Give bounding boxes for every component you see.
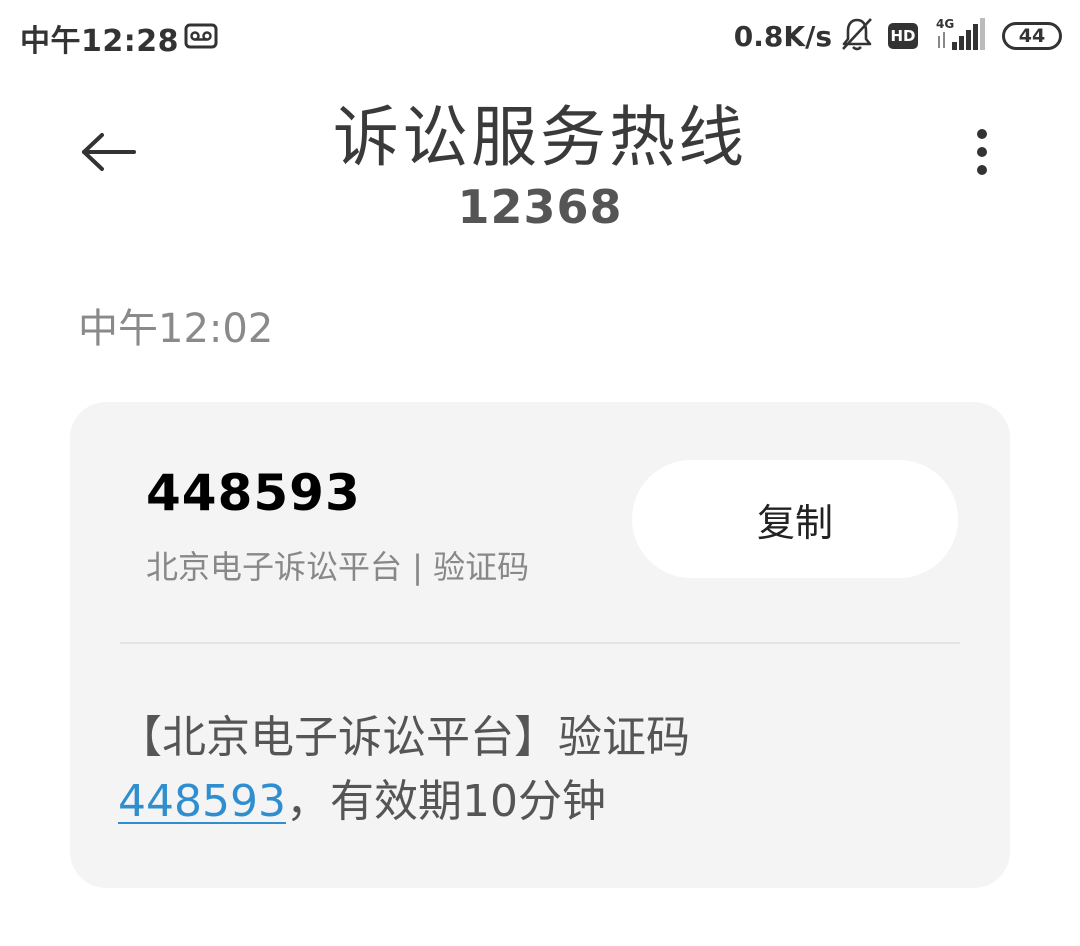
message-timestamp: 中午12:02 — [78, 306, 274, 352]
network-type-label: 4G — [936, 17, 954, 31]
hd-icon: HD — [888, 23, 918, 49]
network-speed: 0.8K/s — [733, 19, 832, 53]
verification-code: 448593 — [146, 464, 361, 522]
more-vertical-icon — [977, 129, 987, 175]
card-divider — [120, 642, 960, 644]
battery-icon: 44 — [1002, 22, 1062, 50]
status-time: 中午12:28 — [20, 24, 179, 59]
contact-title: 诉讼服务热线 — [333, 99, 747, 176]
message-card: 448593 北京电子诉讼平台 | 验证码 复制 【北京电子诉讼平台】验证码 44… — [70, 402, 1010, 888]
more-options-button[interactable] — [960, 124, 1004, 180]
cassette-icon — [184, 22, 218, 54]
code-description: 北京电子诉讼平台 | 验证码 — [146, 548, 530, 586]
copy-button[interactable]: 复制 — [632, 460, 958, 578]
bell-muted-icon — [840, 16, 874, 56]
message-code-link[interactable]: 448593 — [118, 776, 286, 827]
status-right-group: 0.8K/s HD 4G 44 — [734, 14, 1062, 58]
message-body-prefix: 【北京电子诉讼平台】验证码 — [118, 712, 690, 763]
message-body-suffix: ，有效期10分钟 — [285, 776, 606, 827]
message-body: 【北京电子诉讼平台】验证码 448593，有效期10分钟 — [118, 706, 978, 834]
signal-icon: 4G — [934, 16, 988, 56]
contact-number: 12368 — [457, 180, 623, 234]
status-bar: 中午12:28 0.8K/s HD 4G 44 — [0, 0, 1080, 78]
